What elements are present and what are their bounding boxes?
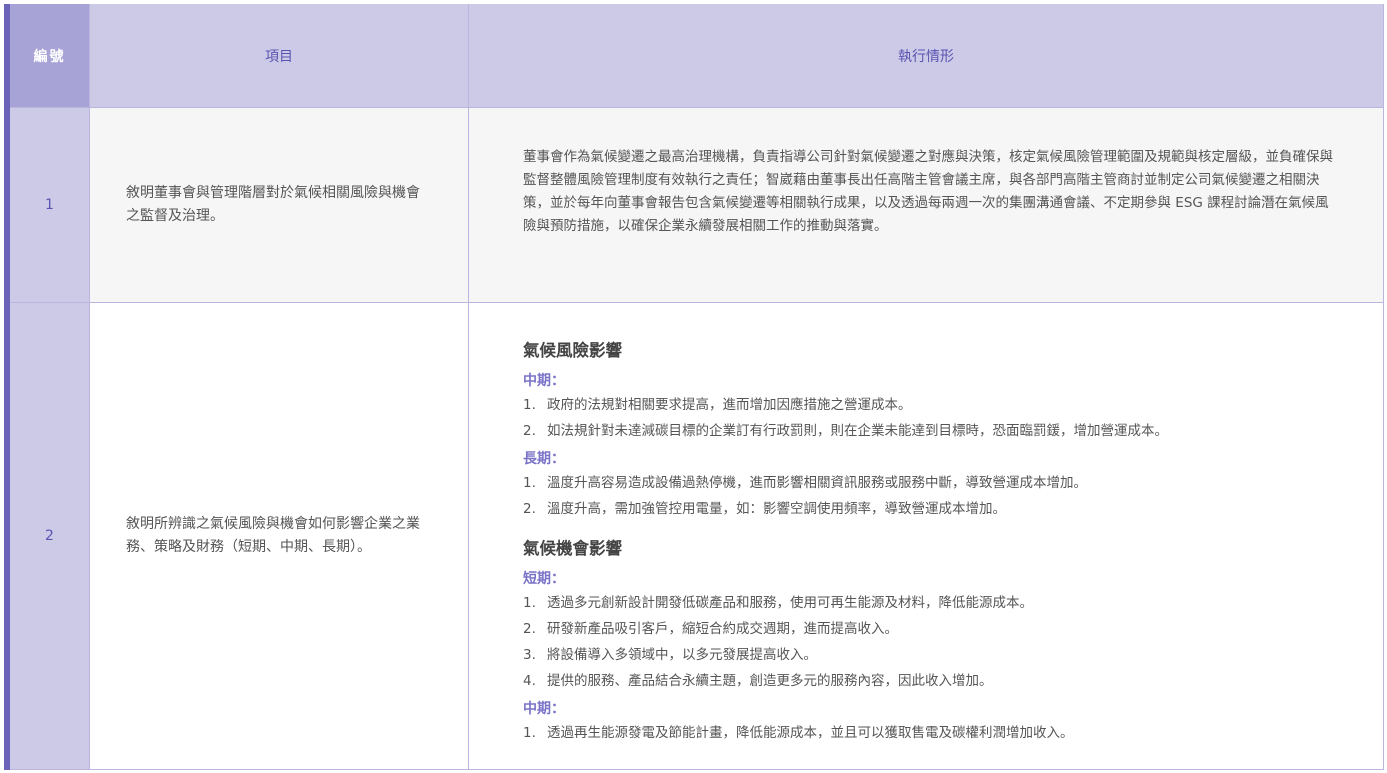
- list-item: 2. 溫度升高，需加強管控用電量，如：影響空調使用頻率，導致營運成本增加。: [523, 501, 1006, 517]
- list-item: 2. 如法規針對未達減碳目標的企業訂有行政罰則，則在企業未能達到目標時，恐面臨罰鍰…: [523, 423, 1168, 439]
- risk-mid-label: 中期：: [523, 373, 565, 389]
- row-1-execution: 董事會作為氣候變遷之最高治理機構，負責指導公司針對氣候變遷之對應與決策，核定氣候…: [469, 108, 1384, 303]
- list-item: 2. 研發新產品吸引客戶，縮短合約成交週期，進而提高收入。: [523, 621, 898, 637]
- row-1-item-text: 敘明董事會與管理階層對於氣候相關風險與機會之監督及治理。: [126, 185, 420, 224]
- row-1-item: 敘明董事會與管理階層對於氣候相關風險與機會之監督及治理。: [90, 108, 469, 303]
- row-2-item-text: 敘明所辨識之氣候風險與機會如何影響企業之業務、策略及財務（短期、中期、長期）。: [126, 516, 420, 555]
- header-execution: 執行情形: [469, 4, 1384, 108]
- list-item: 1. 透過再生能源發電及節能計畫，降低能源成本，並且可以獲取售電及碳權利潤增加收入…: [523, 725, 1074, 741]
- list-item: 1. 溫度升高容易造成設備過熱停機，進而影響相關資訊服務或服務中斷，導致營運成本增…: [523, 475, 1087, 491]
- opp-mid-label: 中期：: [523, 701, 565, 717]
- row-2-item: 敘明所辨識之氣候風險與機會如何影響企業之業務、策略及財務（短期、中期、長期）。: [90, 303, 469, 770]
- list-item: 1. 透過多元創新設計開發低碳產品和服務，使用可再生能源及材料，降低能源成本。: [523, 595, 1033, 611]
- header-number: 編號: [10, 4, 90, 108]
- risk-long-label: 長期：: [523, 451, 565, 467]
- list-item: 3. 將設備導入多領域中，以多元發展提高收入。: [523, 647, 817, 663]
- risk-title: 氣候風險影響: [523, 341, 622, 360]
- opportunity-title: 氣候機會影響: [523, 539, 622, 558]
- header-item: 項目: [90, 4, 469, 108]
- row-1-number: 1: [10, 108, 90, 303]
- list-item: 4. 提供的服務、產品結合永續主題，創造更多元的服務內容，因此收入增加。: [523, 673, 993, 689]
- opp-short-label: 短期：: [523, 571, 565, 587]
- list-item: 1. 政府的法規對相關要求提高，進而增加因應措施之營運成本。: [523, 397, 912, 413]
- row-2-execution: 氣候風險影響 中期： 1. 政府的法規對相關要求提高，進而增加因應措施之營運成本。…: [469, 303, 1384, 770]
- row-2-number: 2: [10, 303, 90, 770]
